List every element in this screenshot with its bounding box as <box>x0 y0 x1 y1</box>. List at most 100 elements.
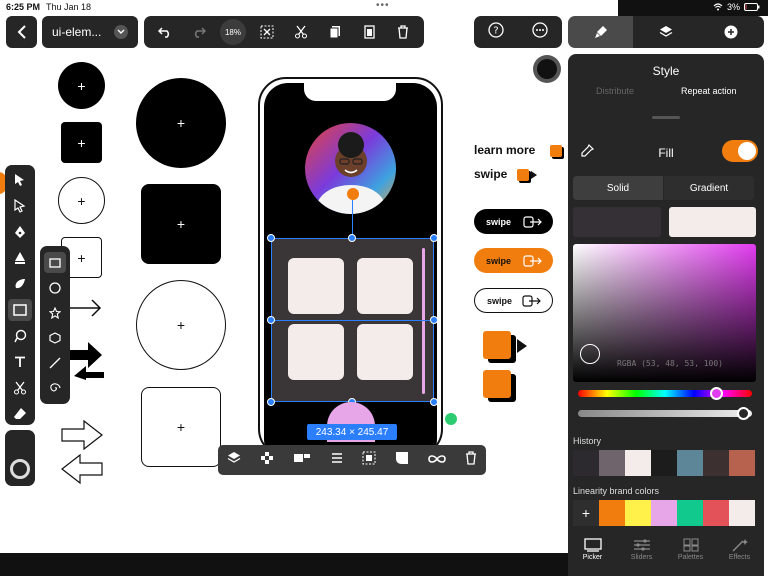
nav-effects[interactable]: Effects <box>718 538 762 561</box>
copy-button[interactable] <box>322 19 348 45</box>
swipe-pill-outline[interactable]: swipe <box>474 288 553 313</box>
tool-text[interactable] <box>8 351 32 373</box>
brand-swatch[interactable] <box>729 500 755 526</box>
resize-handle[interactable] <box>267 234 275 242</box>
paste-button[interactable] <box>356 19 382 45</box>
back-button[interactable] <box>6 16 37 48</box>
brand-swatch[interactable] <box>703 500 729 526</box>
panel-grabber[interactable] <box>652 116 680 119</box>
subtab-distribute[interactable]: Distribute <box>596 86 634 96</box>
subtab-repeat-action[interactable]: Repeat action <box>681 86 737 96</box>
mask-button[interactable] <box>362 451 376 470</box>
nav-picker[interactable]: Picker <box>571 538 615 561</box>
learn-more-text[interactable]: learn more <box>474 143 535 157</box>
history-swatch[interactable] <box>651 450 677 476</box>
blend-button[interactable] <box>428 451 446 469</box>
tab-add[interactable] <box>698 16 764 48</box>
tab-style[interactable] <box>568 16 633 48</box>
undo-button[interactable] <box>152 19 178 45</box>
brand-swatch[interactable] <box>677 500 703 526</box>
canvas-arrow-outline[interactable] <box>60 419 104 485</box>
alpha-slider[interactable] <box>578 410 752 417</box>
shape-spiral[interactable] <box>44 377 66 398</box>
shape-rectangle[interactable] <box>44 252 66 273</box>
hue-slider[interactable] <box>578 390 752 397</box>
segment-gradient[interactable]: Gradient <box>664 176 754 200</box>
tool-shape[interactable] <box>8 299 32 321</box>
fill-toggle[interactable] <box>722 140 758 162</box>
tool-select[interactable] <box>8 169 32 191</box>
current-color[interactable] <box>669 207 756 237</box>
zoom-level[interactable]: 18% <box>220 19 246 45</box>
history-swatch[interactable] <box>625 450 651 476</box>
history-swatch[interactable] <box>729 450 755 476</box>
shape-star[interactable] <box>44 302 66 323</box>
canvas-square-black-small[interactable]: + <box>61 122 102 163</box>
canvas-square-outline-large[interactable]: + <box>141 387 221 467</box>
resize-handle[interactable] <box>430 398 438 406</box>
rotate-handle[interactable] <box>347 188 359 200</box>
tool-scissors[interactable] <box>8 377 32 399</box>
resize-handle[interactable] <box>267 398 275 406</box>
swipe-pill-orange[interactable]: swipe <box>474 248 553 273</box>
history-swatch[interactable] <box>599 450 625 476</box>
canvas-circle-black-small[interactable]: + <box>58 62 105 109</box>
previous-color[interactable] <box>573 207 661 237</box>
tool-lasso[interactable] <box>8 325 32 347</box>
resize-handle[interactable] <box>430 234 438 242</box>
nav-sliders[interactable]: Sliders <box>620 538 664 561</box>
swipe-text[interactable]: swipe <box>474 167 507 181</box>
segment-solid[interactable]: Solid <box>573 176 663 200</box>
color-well-button[interactable] <box>533 55 561 83</box>
swipe-arrow-icon <box>523 215 542 228</box>
brand-swatch[interactable] <box>651 500 677 526</box>
history-swatch[interactable] <box>573 450 599 476</box>
canvas-circle-outline-small[interactable]: + <box>58 177 105 224</box>
shape-builder-button[interactable] <box>395 451 409 470</box>
anchor-dot[interactable] <box>445 413 457 425</box>
opacity-button[interactable] <box>260 451 274 470</box>
resize-handle[interactable] <box>348 234 356 242</box>
help-button[interactable]: ? <box>488 21 504 43</box>
deselect-button[interactable] <box>254 19 280 45</box>
tool-brush[interactable] <box>8 273 32 295</box>
group-button[interactable] <box>293 451 311 470</box>
orange-button[interactable] <box>483 370 511 398</box>
shape-line[interactable] <box>44 352 66 373</box>
tool-fill[interactable] <box>8 247 32 269</box>
hue-slider-knob[interactable] <box>710 387 723 400</box>
tool-direct-select[interactable] <box>8 195 32 217</box>
more-button[interactable] <box>532 21 548 43</box>
nav-palettes[interactable]: Palettes <box>669 538 713 561</box>
multitask-dots[interactable]: ••• <box>376 0 390 11</box>
brand-swatch[interactable] <box>599 500 625 526</box>
shape-ellipse[interactable] <box>44 277 66 298</box>
document-title-button[interactable]: ui-elem... <box>42 16 138 48</box>
resize-handle[interactable] <box>430 316 438 324</box>
canvas-arrow-bold[interactable] <box>70 340 104 380</box>
canvas-circle-outline-large[interactable]: + <box>136 280 226 370</box>
tool-eraser[interactable] <box>8 403 32 425</box>
brand-swatch[interactable] <box>625 500 651 526</box>
delete-button[interactable] <box>390 19 416 45</box>
arrange-button[interactable] <box>227 451 241 470</box>
align-button[interactable] <box>330 451 344 470</box>
stroke-swatch[interactable] <box>10 459 30 479</box>
alpha-slider-knob[interactable] <box>737 407 750 420</box>
avatar[interactable] <box>305 123 396 214</box>
history-swatch[interactable] <box>703 450 729 476</box>
orange-button-play[interactable] <box>483 331 511 359</box>
canvas-square-black-large[interactable]: + <box>141 184 221 264</box>
resize-handle[interactable] <box>267 316 275 324</box>
canvas-circle-black-large[interactable]: + <box>136 78 226 168</box>
redo-button[interactable] <box>186 19 212 45</box>
tab-layers[interactable] <box>633 16 698 48</box>
tool-pen[interactable] <box>8 221 32 243</box>
cut-button[interactable] <box>288 19 314 45</box>
delete-selection-button[interactable] <box>465 450 477 470</box>
add-color-button[interactable]: + <box>573 500 599 526</box>
shape-polygon[interactable] <box>44 327 66 348</box>
history-swatch[interactable] <box>677 450 703 476</box>
color-swatch-tool[interactable] <box>5 430 35 486</box>
swipe-pill-black[interactable]: swipe <box>474 209 553 234</box>
